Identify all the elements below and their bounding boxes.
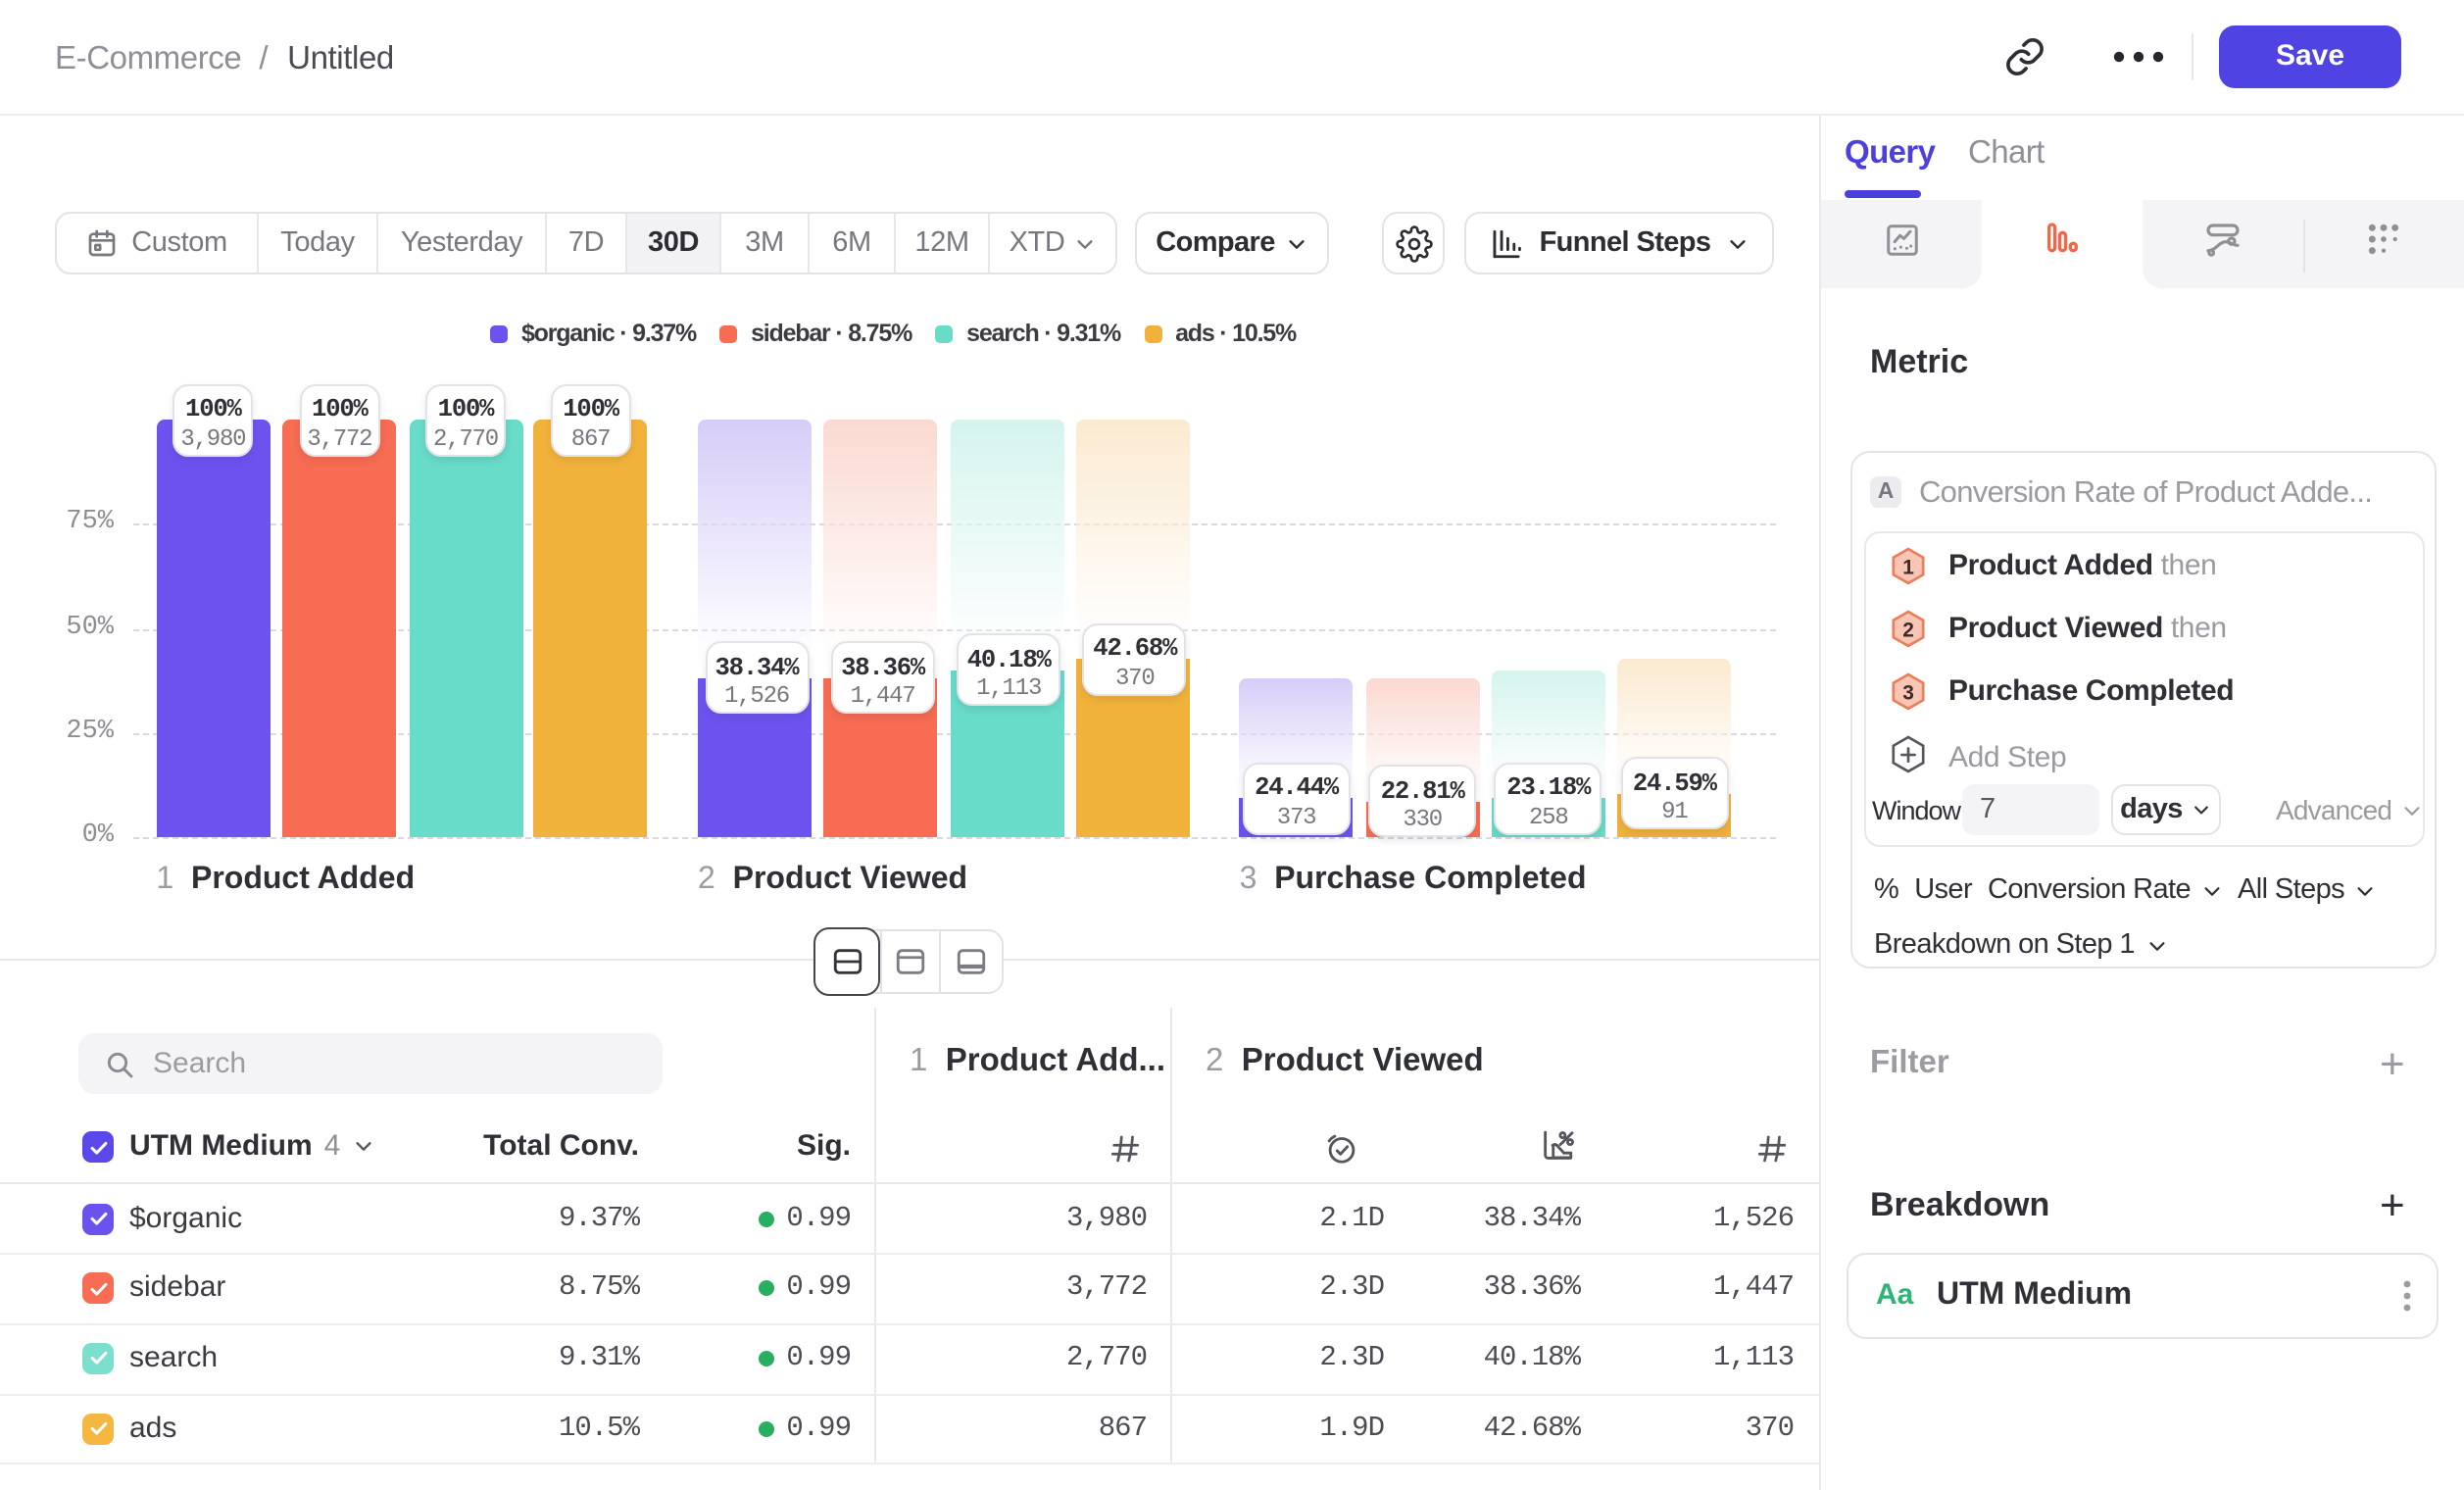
svg-text:2: 2 (1902, 620, 1914, 642)
svg-text:3: 3 (1902, 682, 1914, 705)
svg-text:1: 1 (1902, 557, 1914, 579)
